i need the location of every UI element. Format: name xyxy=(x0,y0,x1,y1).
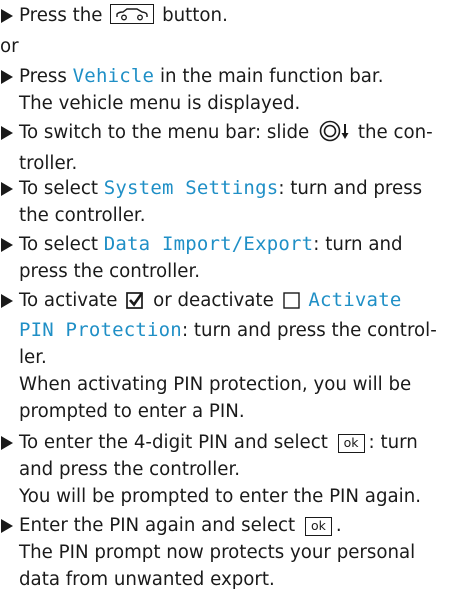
step-text: : turn and press xyxy=(278,178,423,199)
step-text: : turn xyxy=(368,432,418,453)
step-text: troller. xyxy=(19,153,78,174)
ok-softkey: ok xyxy=(304,517,332,536)
step-text: the controller. xyxy=(19,205,146,226)
step-press-vehicle-button: Press the button. xyxy=(0,2,460,29)
step-bullet-icon xyxy=(1,182,13,196)
step-text: : turn and press the control- xyxy=(181,320,437,341)
step-text: To switch to the menu bar: slide xyxy=(19,122,310,143)
step-text: Enter the PIN again and select xyxy=(19,515,296,536)
step-text: button. xyxy=(162,5,228,26)
step-bullet-icon xyxy=(1,294,13,308)
step-text: press the controller. xyxy=(19,261,201,282)
step-select-system-settings: To select System Settings: turn and pres… xyxy=(0,175,460,229)
menu-label-activate: Activate xyxy=(308,289,402,311)
step-bullet-icon xyxy=(1,436,13,450)
step-text: To activate xyxy=(19,290,118,311)
step-text: or deactivate xyxy=(153,290,274,311)
step-text: To select xyxy=(19,178,98,199)
step-bullet-icon xyxy=(1,126,13,140)
step-text: Press xyxy=(19,66,67,87)
unchecked-checkbox-icon xyxy=(282,290,300,317)
controller-slide-down-icon xyxy=(318,120,352,150)
step-text: : turn and xyxy=(313,234,403,255)
step-bullet-icon xyxy=(1,238,13,252)
step-press-vehicle-menu: Press Vehicle in the main function bar. … xyxy=(0,63,460,117)
step-text: in the main function bar. xyxy=(159,66,384,87)
or-separator: or xyxy=(0,36,19,57)
step-toggle-pin-protection: To activate or deactivate Activate PIN P… xyxy=(0,287,460,425)
step-text: To select xyxy=(19,234,98,255)
step-text: ler. xyxy=(19,347,47,368)
step-result: prompted to enter a PIN. xyxy=(19,401,245,422)
step-text: To enter the 4-digit PIN and select xyxy=(19,432,328,453)
checked-checkbox-icon xyxy=(126,290,144,317)
step-text: Press the xyxy=(19,5,103,26)
menu-label-pin-protection: PIN Protection xyxy=(19,319,182,341)
step-result: When activating PIN protection, you will… xyxy=(19,374,412,395)
step-text: . xyxy=(335,515,342,536)
menu-label-data-import-export: Data Import/Export xyxy=(103,233,314,255)
step-bullet-icon xyxy=(1,9,13,23)
step-result: The vehicle menu is displayed. xyxy=(19,93,301,114)
step-bullet-icon xyxy=(1,70,13,84)
menu-label-system-settings: System Settings xyxy=(103,177,279,199)
vehicle-button-icon xyxy=(110,4,155,24)
step-switch-menu-bar: To switch to the menu bar: slide the con… xyxy=(0,119,460,177)
step-result: The PIN prompt now protects your persona… xyxy=(19,542,416,563)
step-select-data-import-export: To select Data Import/Export: turn and p… xyxy=(0,231,460,285)
step-result: data from unwanted export. xyxy=(19,569,275,590)
step-result: You will be prompted to enter the PIN ag… xyxy=(19,486,421,507)
ok-softkey: ok xyxy=(337,434,365,453)
step-confirm-pin: Enter the PIN again and select ok. The P… xyxy=(0,512,460,593)
menu-label-vehicle: Vehicle xyxy=(72,65,155,87)
step-enter-pin: To enter the 4-digit PIN and select ok: … xyxy=(0,429,460,510)
step-text: and press the controller. xyxy=(19,459,241,480)
step-text: the con- xyxy=(357,122,433,143)
step-bullet-icon xyxy=(1,519,13,533)
